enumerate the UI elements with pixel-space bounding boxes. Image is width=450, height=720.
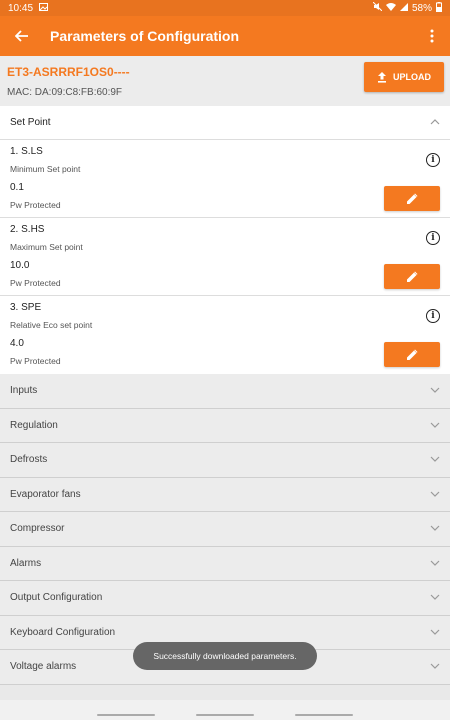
arrow-back-icon xyxy=(15,30,28,42)
param-name: 3. SPE xyxy=(10,302,42,313)
edit-button[interactable] xyxy=(384,264,440,289)
chevron-down-icon xyxy=(430,523,440,534)
nav-home-handle[interactable] xyxy=(196,714,254,716)
section-defrosts[interactable]: Defrosts xyxy=(0,443,450,478)
section-regulation[interactable]: Regulation xyxy=(0,408,450,443)
section-set-point: Set Point 1. S.LS Minimum Set point 0.1 … xyxy=(0,106,450,374)
section-header-set-point[interactable]: Set Point xyxy=(0,106,450,140)
param-protection: Pw Protected xyxy=(10,278,61,288)
section-list: Inputs Regulation Defrosts Evaporator fa… xyxy=(0,374,450,685)
param-name: 1. S.LS xyxy=(10,146,43,157)
pencil-icon xyxy=(406,193,417,204)
section-alarms[interactable]: Alarms xyxy=(0,546,450,581)
section-label: Output Configuration xyxy=(10,592,103,604)
param-name: 2. S.HS xyxy=(10,224,45,235)
param-value: 4.0 xyxy=(10,338,24,349)
section-label: Voltage alarms xyxy=(10,661,77,673)
info-icon[interactable]: i xyxy=(426,231,440,245)
param-value: 10.0 xyxy=(10,260,30,271)
chevron-down-icon xyxy=(430,627,440,638)
chevron-down-icon xyxy=(430,558,440,569)
chevron-down-icon xyxy=(430,661,440,672)
info-icon[interactable]: i xyxy=(426,309,440,323)
section-inputs[interactable]: Inputs xyxy=(0,374,450,409)
section-label: Set Point xyxy=(10,117,51,128)
section-label: Evaporator fans xyxy=(10,488,81,500)
chevron-down-icon xyxy=(430,385,440,396)
chevron-up-icon xyxy=(430,117,440,128)
param-protection: Pw Protected xyxy=(10,356,61,366)
section-compressor[interactable]: Compressor xyxy=(0,512,450,547)
section-evaporator-fans[interactable]: Evaporator fans xyxy=(0,477,450,512)
section-label: Compressor xyxy=(10,523,65,535)
battery-percent: 58% xyxy=(411,2,432,14)
param-description: Maximum Set point xyxy=(10,242,83,252)
section-label: Inputs xyxy=(10,385,38,397)
param-description: Relative Eco set point xyxy=(10,320,93,330)
chevron-down-icon xyxy=(430,454,440,465)
edit-button[interactable] xyxy=(384,186,440,211)
back-button[interactable] xyxy=(0,16,44,56)
info-icon[interactable]: i xyxy=(426,153,440,167)
wifi-icon xyxy=(385,2,396,14)
mute-icon xyxy=(372,1,383,14)
param-item: 3. SPE Relative Eco set point 4.0 Pw Pro… xyxy=(0,296,450,374)
param-item: 1. S.LS Minimum Set point 0.1 Pw Protect… xyxy=(0,140,450,218)
nav-recents-handle[interactable] xyxy=(97,714,155,716)
system-nav-bar xyxy=(0,700,450,720)
more-vert-icon xyxy=(430,29,434,43)
edit-button[interactable] xyxy=(384,342,440,367)
battery-icon xyxy=(436,1,442,15)
upload-icon xyxy=(378,71,386,83)
status-bar: 10:45 58% xyxy=(0,0,450,16)
pencil-icon xyxy=(406,271,417,282)
device-info: ET3-ASRRRF1OS0---- MAC: DA:09:C8:FB:60:9… xyxy=(0,56,450,106)
section-label: Alarms xyxy=(10,557,42,569)
chevron-down-icon xyxy=(430,489,440,500)
param-protection: Pw Protected xyxy=(10,200,61,210)
gallery-notification-icon xyxy=(39,2,49,14)
toast-message: Successfully downloaded parameters. xyxy=(133,642,317,670)
chevron-down-icon xyxy=(430,420,440,431)
page-title: Parameters of Configuration xyxy=(50,28,240,44)
device-mac: MAC: DA:09:C8:FB:60:9F xyxy=(7,87,123,98)
section-output-configuration[interactable]: Output Configuration xyxy=(0,581,450,616)
device-name: ET3-ASRRRF1OS0---- xyxy=(7,65,130,79)
param-item: 2. S.HS Maximum Set point 10.0 Pw Protec… xyxy=(0,218,450,296)
upload-button[interactable]: UPLOAD xyxy=(364,62,444,92)
param-value: 0.1 xyxy=(10,182,24,193)
status-time: 10:45 xyxy=(8,2,34,14)
section-label: Defrosts xyxy=(10,454,48,466)
section-label: Keyboard Configuration xyxy=(10,626,116,638)
signal-icon xyxy=(399,2,408,14)
chevron-down-icon xyxy=(430,592,440,603)
upload-label: UPLOAD xyxy=(393,72,431,82)
param-description: Minimum Set point xyxy=(10,164,81,174)
section-label: Regulation xyxy=(10,419,58,431)
pencil-icon xyxy=(406,349,417,360)
app-bar: Parameters of Configuration xyxy=(0,16,450,56)
overflow-menu-button[interactable] xyxy=(414,16,450,56)
nav-back-handle[interactable] xyxy=(295,714,353,716)
